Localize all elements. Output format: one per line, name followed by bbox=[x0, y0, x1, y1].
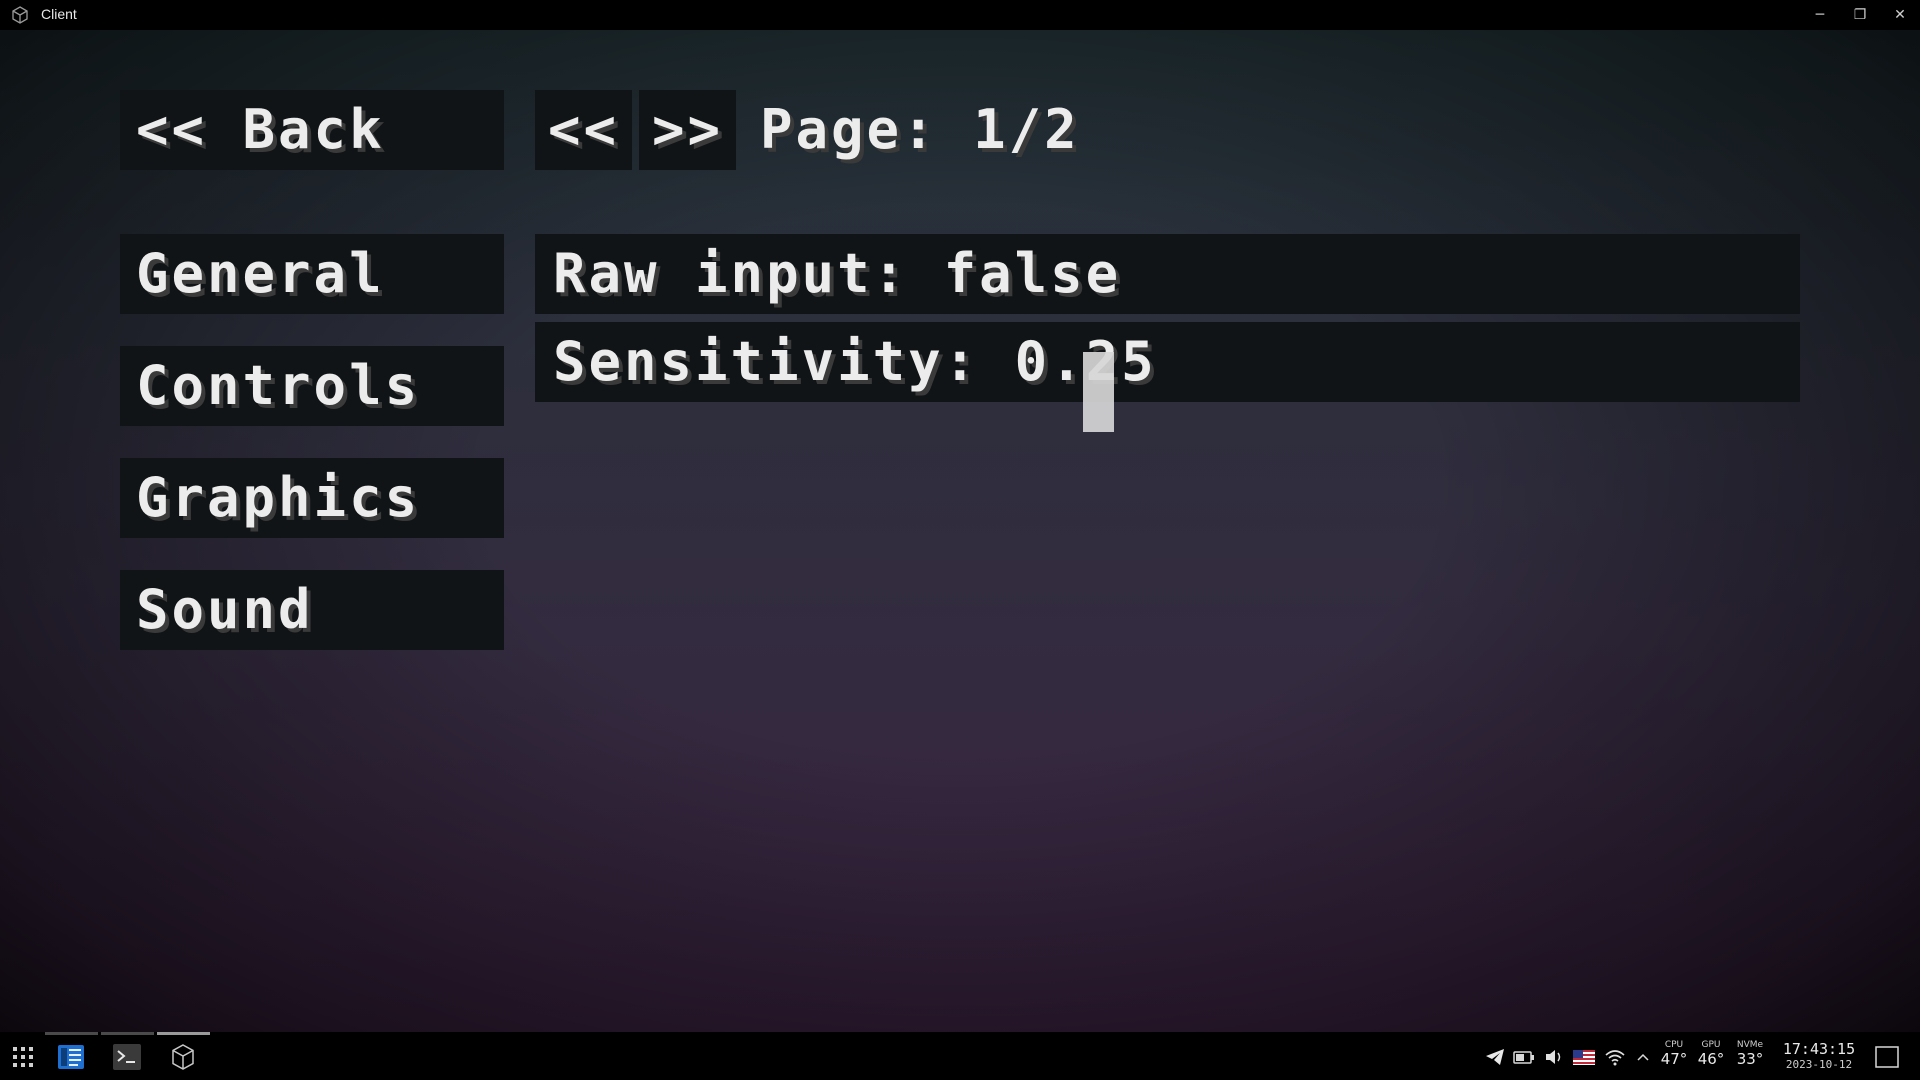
game-viewport: << Back << >> Page: 1/2 General Controls… bbox=[0, 30, 1920, 1032]
nvme-value: 33° bbox=[1736, 1050, 1764, 1068]
clock-date: 2023-10-12 bbox=[1785, 1058, 1853, 1071]
next-page-button[interactable]: >> bbox=[639, 90, 736, 170]
taskbar: CPU 47° GPU 46° NVMe 33° 17:43:15 2023-1… bbox=[0, 1032, 1920, 1080]
previous-page-button[interactable]: << bbox=[535, 90, 632, 170]
volume-icon[interactable] bbox=[1543, 1046, 1565, 1068]
wifi-icon[interactable] bbox=[1603, 1046, 1627, 1068]
window-title: Client bbox=[41, 6, 77, 22]
category-controls-button[interactable]: Controls bbox=[120, 346, 504, 426]
file-manager-icon[interactable] bbox=[56, 1042, 86, 1072]
clock-time: 17:43:15 bbox=[1782, 1040, 1856, 1058]
gpu-label: GPU bbox=[1701, 1040, 1721, 1050]
minimize-button[interactable]: ─ bbox=[1800, 0, 1840, 30]
battery-icon[interactable] bbox=[1512, 1046, 1536, 1068]
raw-input-label: Raw input: false bbox=[553, 242, 1122, 305]
sensitivity-field[interactable]: Sensitivity: 0.25 bbox=[535, 322, 1800, 402]
title-bar: Client ─ ❐ ✕ bbox=[0, 0, 1920, 30]
task-indicator bbox=[101, 1032, 154, 1035]
task-indicator bbox=[45, 1032, 98, 1035]
task-indicator-active bbox=[157, 1032, 210, 1035]
raw-input-toggle[interactable]: Raw input: false bbox=[535, 234, 1800, 314]
close-button[interactable]: ✕ bbox=[1880, 0, 1920, 30]
app-launcher-icon[interactable] bbox=[8, 1042, 38, 1072]
category-general-button[interactable]: General bbox=[120, 234, 504, 314]
terminal-icon[interactable] bbox=[112, 1042, 142, 1072]
page-indicator: Page: 1/2 bbox=[760, 98, 1080, 161]
app-cube-icon bbox=[10, 5, 30, 25]
cpu-temp: CPU 47° bbox=[1656, 1040, 1692, 1068]
category-graphics-button[interactable]: Graphics bbox=[120, 458, 504, 538]
back-button[interactable]: << Back bbox=[120, 90, 504, 170]
cpu-label: CPU bbox=[1664, 1040, 1684, 1050]
gpu-temp: GPU 46° bbox=[1693, 1040, 1729, 1068]
nvme-label: NVMe bbox=[1736, 1040, 1764, 1050]
cpu-value: 47° bbox=[1660, 1050, 1688, 1068]
us-flag-icon[interactable] bbox=[1572, 1046, 1596, 1068]
sensitivity-label: Sensitivity: 0.25 bbox=[553, 330, 1157, 393]
client-cube-icon[interactable] bbox=[168, 1042, 198, 1072]
gpu-value: 46° bbox=[1697, 1050, 1725, 1068]
maximize-button[interactable]: ❐ bbox=[1840, 0, 1880, 30]
nvme-temp: NVMe 33° bbox=[1732, 1040, 1768, 1068]
notifications-icon[interactable] bbox=[1874, 1044, 1900, 1070]
text-cursor bbox=[1083, 352, 1114, 432]
category-sound-button[interactable]: Sound bbox=[120, 570, 504, 650]
clock[interactable]: 17:43:15 2023-10-12 bbox=[1774, 1040, 1864, 1072]
chevron-up-icon[interactable] bbox=[1633, 1046, 1653, 1068]
telegram-icon[interactable] bbox=[1484, 1046, 1506, 1068]
